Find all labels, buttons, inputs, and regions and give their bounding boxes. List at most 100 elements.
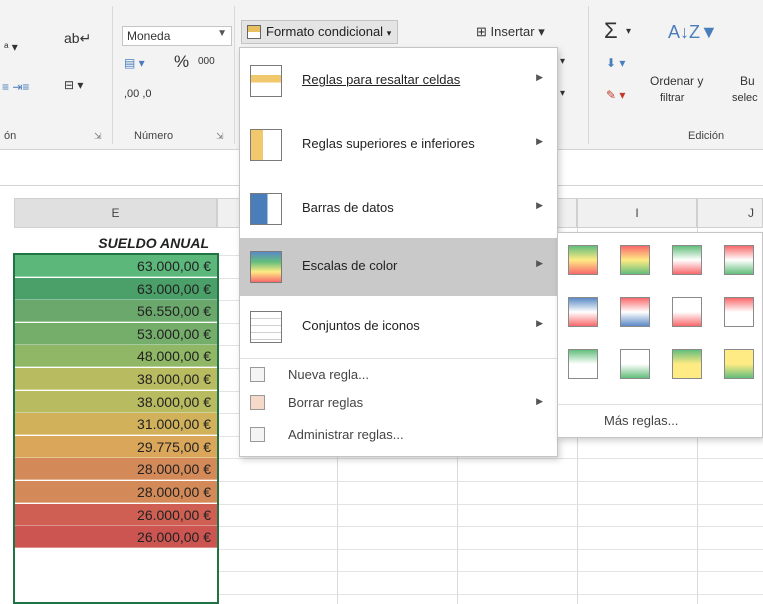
find-select-label-2[interactable]: selec <box>732 92 758 104</box>
icon-sets-icon <box>250 311 282 343</box>
editing-group-label: Edición <box>688 130 725 142</box>
salary-cell[interactable]: 38.000,00 € <box>14 390 217 413</box>
menu-item-color-scales[interactable]: Escalas de color ▶ <box>240 238 557 296</box>
salary-cell[interactable]: 48.000,00 € <box>14 345 217 368</box>
conditional-format-menu: Reglas para resaltar celdas ▶ Reglas sup… <box>239 47 558 457</box>
decimals-buttons[interactable]: ,00 ,0 <box>124 88 152 100</box>
number-group-label: Número <box>134 130 174 142</box>
sort-filter-label-2[interactable]: filtrar <box>660 92 684 104</box>
menu-item-clear-rules[interactable]: Borrar reglas ▶ <box>240 390 557 416</box>
menu-item-manage-rules[interactable]: Administrar reglas... <box>240 422 557 448</box>
chevron-right-icon: ▶ <box>536 258 543 268</box>
chevron-right-icon: ▶ <box>536 136 543 146</box>
menu-separator <box>558 404 762 405</box>
color-scale-swatch-icon[interactable] <box>724 349 754 379</box>
group-separator <box>588 6 589 144</box>
insert-button[interactable]: ⊞ Insertar ▾ <box>476 24 545 40</box>
gridline <box>217 503 763 505</box>
conditional-format-label: Formato condicional <box>266 24 384 39</box>
salary-cell[interactable]: 28.000,00 € <box>14 458 217 481</box>
menu-item-label: Borrar reglas <box>288 395 364 410</box>
menu-item-new-rule[interactable]: Nueva regla... <box>240 362 557 388</box>
chevron-down-icon: ▾ <box>386 28 392 38</box>
menu-item-label: Administrar reglas... <box>288 427 404 442</box>
column-header-e[interactable]: E <box>14 198 217 228</box>
gridline <box>217 458 763 460</box>
partial-dropdown-icon[interactable]: ᵃ ▾ <box>4 40 18 54</box>
color-scales-icon <box>250 251 282 283</box>
salary-cell[interactable]: 26.000,00 € <box>14 526 217 549</box>
sort-filter-icon[interactable]: A↓Z▼ <box>668 22 718 43</box>
clear-icon[interactable]: ✎ ▾ <box>606 88 625 102</box>
menu-item-label: Conjuntos de iconos <box>302 318 420 333</box>
more-rules-link[interactable]: Más reglas... <box>604 413 678 428</box>
salary-cell[interactable]: 53.000,00 € <box>14 322 217 345</box>
color-scale-swatch-icon[interactable] <box>672 245 702 275</box>
number-format-select[interactable]: Moneda ▼ <box>122 26 232 46</box>
partial-dropdown-icon[interactable]: ▾ <box>560 56 565 67</box>
thousands-button[interactable]: 000 <box>198 56 215 67</box>
merge-cells-icon[interactable]: ⊟ ▾ <box>64 78 83 92</box>
salary-cell[interactable]: 38.000,00 € <box>14 368 217 390</box>
chevron-down-icon[interactable]: ▾ <box>626 26 631 37</box>
insert-label: Insertar <box>490 24 535 39</box>
conditional-format-button[interactable]: Formato condicional ▾ <box>241 20 399 44</box>
salary-cell[interactable]: 26.000,00 € <box>14 503 217 526</box>
group-separator <box>234 6 235 144</box>
salary-cell[interactable]: 28.000,00 € <box>14 481 217 503</box>
conditional-format-icon <box>247 25 261 39</box>
clear-rules-icon <box>250 395 265 410</box>
gridline <box>217 571 763 573</box>
color-scale-swatch-icon[interactable] <box>568 245 598 275</box>
data-bars-icon <box>250 193 282 225</box>
color-scale-swatch-icon[interactable] <box>620 245 650 275</box>
new-rule-icon <box>250 367 265 382</box>
salary-cell[interactable]: 63.000,00 € <box>14 255 217 277</box>
color-scale-swatch-icon[interactable] <box>568 349 598 379</box>
color-scale-swatch-icon[interactable] <box>724 297 754 327</box>
salary-cell[interactable]: 31.000,00 € <box>14 413 217 436</box>
autosum-icon[interactable]: Σ <box>604 18 618 44</box>
menu-item-highlight-rules[interactable]: Reglas para resaltar celdas ▶ <box>240 52 557 110</box>
salary-cell[interactable]: 29.775,00 € <box>14 435 217 458</box>
color-scale-swatch-icon[interactable] <box>620 349 650 379</box>
menu-separator <box>240 358 557 359</box>
color-scale-swatch-icon[interactable] <box>620 297 650 327</box>
wrap-text-icon[interactable]: ab↵ <box>64 30 91 47</box>
color-scale-swatch-icon[interactable] <box>672 297 702 327</box>
color-scale-swatch-icon[interactable] <box>672 349 702 379</box>
accounting-format-icon[interactable]: ▤ ▾ <box>124 56 145 70</box>
menu-item-label: Reglas para resaltar celdas <box>302 72 461 87</box>
color-scale-swatch-icon[interactable] <box>568 297 598 327</box>
salary-header-cell[interactable]: SUELDO ANUAL <box>14 232 217 255</box>
alignment-launcher-icon[interactable]: ⇲ <box>94 131 102 142</box>
chevron-right-icon: ▶ <box>536 396 543 406</box>
partial-dropdown-icon[interactable]: ▾ <box>560 88 565 99</box>
column-header-j[interactable]: J <box>697 198 763 228</box>
align-right-icon[interactable]: ≡ ⇥≡ <box>2 80 29 94</box>
number-launcher-icon[interactable]: ⇲ <box>216 131 224 142</box>
menu-item-label: Barras de datos <box>302 200 394 215</box>
sort-filter-label-1[interactable]: Ordenar y <box>650 74 703 88</box>
menu-item-label: Reglas superiores e inferiores <box>302 136 475 151</box>
chevron-right-icon: ▶ <box>536 318 543 328</box>
find-select-label-1[interactable]: Bu <box>740 74 755 88</box>
percent-button[interactable]: % <box>174 52 189 72</box>
gridline <box>217 526 763 528</box>
menu-item-icon-sets[interactable]: Conjuntos de iconos ▶ <box>240 298 557 356</box>
top-bottom-rules-icon <box>250 129 282 161</box>
menu-item-label: Nueva regla... <box>288 367 369 382</box>
chevron-right-icon: ▶ <box>536 200 543 210</box>
number-format-value: Moneda <box>127 29 171 43</box>
menu-item-top-bottom-rules[interactable]: Reglas superiores e inferiores ▶ <box>240 116 557 174</box>
color-scale-swatch-icon[interactable] <box>724 245 754 275</box>
alignment-group-label: ón <box>4 130 17 142</box>
salary-cell[interactable]: 63.000,00 € <box>14 277 217 300</box>
fill-icon[interactable]: ⬇ ▾ <box>606 56 625 70</box>
highlight-cells-rules-icon <box>250 65 282 97</box>
column-header-i[interactable]: I <box>577 198 697 228</box>
menu-item-data-bars[interactable]: Barras de datos ▶ <box>240 180 557 238</box>
menu-item-label: Escalas de color <box>302 258 398 273</box>
gridline <box>217 481 763 482</box>
salary-cell[interactable]: 56.550,00 € <box>14 300 217 323</box>
